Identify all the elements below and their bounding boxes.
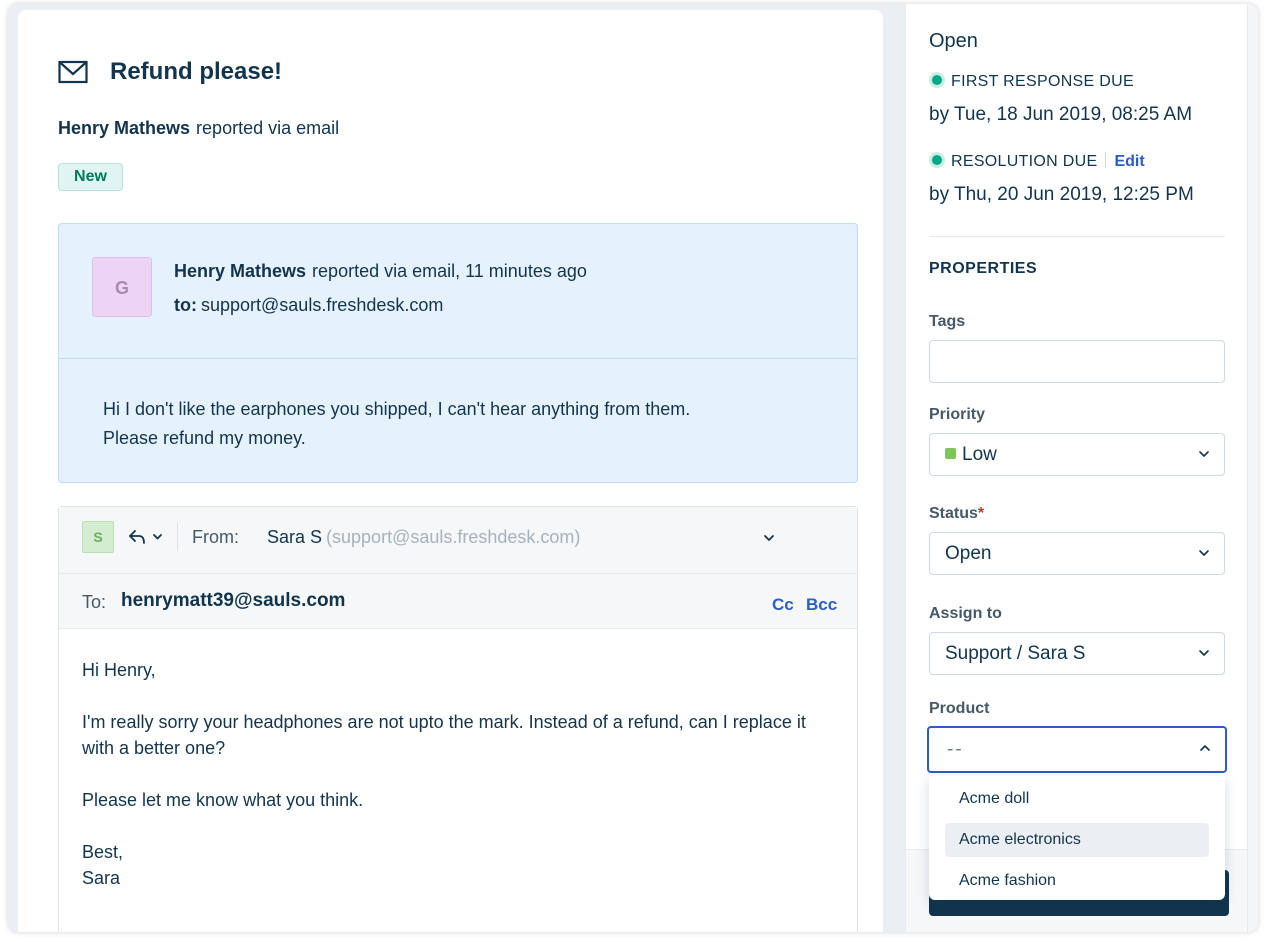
reply-paragraph: Please let me know what you think. [82, 790, 364, 810]
product-option[interactable]: Acme doll [945, 782, 1209, 816]
tags-input[interactable] [929, 340, 1225, 383]
assign-value: Support / Sara S [945, 643, 1086, 664]
chevron-down-icon[interactable] [762, 531, 776, 545]
from-label: From: [192, 527, 239, 547]
reply-editor[interactable]: Hi Henry, I'm really sorry your headphon… [82, 657, 842, 891]
reporter-name[interactable]: Henry Mathews [58, 118, 190, 138]
message-to-label: to: [174, 295, 197, 315]
first-response-label-row: FIRST RESPONSE DUE [929, 72, 1134, 91]
product-option[interactable]: Acme electronics [945, 823, 1209, 857]
divider [177, 523, 178, 551]
chevron-down-icon [1199, 451, 1209, 457]
message-to-address: support@sauls.freshdesk.com [200, 295, 444, 315]
message-sender-line: Henry Mathews reported via email, 11 minu… [174, 261, 587, 282]
reply-to-row: To: henrymatt39@sauls.com Cc Bcc [59, 574, 857, 629]
edit-due-date-link[interactable]: Edit [1114, 153, 1144, 170]
resolution-label-row: RESOLUTION DUE Edit [929, 152, 1145, 171]
ticket-conversation-pane: Refund please! Henry Mathews reported via… [18, 10, 883, 932]
from-name: Sara S [267, 527, 323, 547]
reply-from-row: S From: Sara S (support@sauls.freshdesk.c… [59, 507, 857, 574]
message-body-line: Please refund my money. [103, 428, 306, 448]
background-list-strip [1247, 4, 1258, 932]
divider [1105, 152, 1107, 168]
reply-composer: S From: Sara S (support@sauls.freshdesk.c… [58, 506, 858, 932]
reporter-line: Henry Mathews reported via email [58, 118, 339, 139]
first-response-label: FIRST RESPONSE DUE [951, 73, 1134, 90]
properties-heading: PROPERTIES [929, 260, 1038, 277]
chevron-down-icon [1199, 650, 1209, 656]
reply-greeting: Hi Henry, [82, 660, 156, 680]
chevron-down-icon [153, 534, 162, 540]
chevron-down-icon [1199, 550, 1209, 556]
app-window: Refund please! Henry Mathews reported via… [8, 4, 1258, 932]
reporter-via: reported via email [196, 118, 340, 138]
from-email: (support@sauls.freshdesk.com) [326, 527, 581, 547]
message-sender-name[interactable]: Henry Mathews [174, 261, 306, 281]
ticket-subject: Refund please! [110, 58, 283, 85]
divider [929, 236, 1225, 237]
status-label-text: Status [929, 505, 978, 522]
envelope-icon [58, 60, 88, 84]
assign-label: Assign to [929, 605, 1002, 622]
product-label: Product [929, 700, 990, 717]
product-option[interactable]: Acme fashion [945, 864, 1209, 898]
reply-signoff: Best, [82, 842, 124, 862]
message-body: Hi I don't like the earphones you shippe… [103, 395, 823, 453]
reply-signature: Sara [82, 868, 121, 888]
required-marker: * [977, 505, 985, 522]
first-response-due: by Tue, 18 Jun 2019, 08:25 AM [929, 104, 1193, 125]
status-select[interactable]: Open [929, 532, 1225, 575]
resolution-label: RESOLUTION DUE [951, 153, 1098, 170]
assign-select[interactable]: Support / Sara S [929, 632, 1225, 675]
message-meta: reported via email, 11 minutes ago [312, 261, 587, 281]
sla-status-dot-icon [929, 72, 945, 88]
status-badge: New [58, 163, 123, 191]
product-dropdown-menu: Acme doll Acme electronics Acme fashion [929, 776, 1225, 900]
chevron-up-icon [1200, 745, 1210, 751]
product-select[interactable]: -- [927, 726, 1227, 773]
sla-status-dot-icon [929, 152, 945, 168]
reply-type-dropdown[interactable] [127, 527, 167, 547]
message-recipient-line: to: support@sauls.freshdesk.com [174, 295, 443, 316]
ticket-properties-panel: Open FIRST RESPONSE DUE by Tue, 18 Jun 2… [905, 4, 1248, 932]
to-recipient[interactable]: henrymatt39@sauls.com [121, 590, 345, 612]
bcc-link[interactable]: Bcc [806, 595, 837, 615]
reply-paragraph: I'm really sorry your headphones are not… [82, 712, 806, 758]
status-value: Open [945, 543, 992, 564]
resolution-due: by Thu, 20 Jun 2019, 12:25 PM [929, 184, 1194, 205]
to-label: To: [82, 592, 107, 612]
cc-link[interactable]: Cc [772, 595, 794, 615]
avatar: G [92, 257, 152, 317]
incoming-message-header: G Henry Mathews reported via email, 11 mi… [59, 224, 857, 359]
ticket-status-heading: Open [929, 30, 978, 52]
priority-value: Low [962, 444, 997, 465]
incoming-message: G Henry Mathews reported via email, 11 mi… [58, 223, 858, 483]
status-label: Status* [929, 505, 984, 523]
reply-arrow-icon [129, 530, 145, 544]
agent-avatar: S [82, 521, 114, 553]
priority-color-icon [945, 448, 956, 459]
product-value: -- [947, 739, 964, 760]
from-select[interactable]: Sara S (support@sauls.freshdesk.com) [267, 527, 580, 548]
priority-label: Priority [929, 406, 986, 423]
priority-select[interactable]: Low [929, 433, 1225, 476]
message-body-line: Hi I don't like the earphones you shippe… [103, 399, 691, 419]
tags-label: Tags [929, 313, 966, 330]
